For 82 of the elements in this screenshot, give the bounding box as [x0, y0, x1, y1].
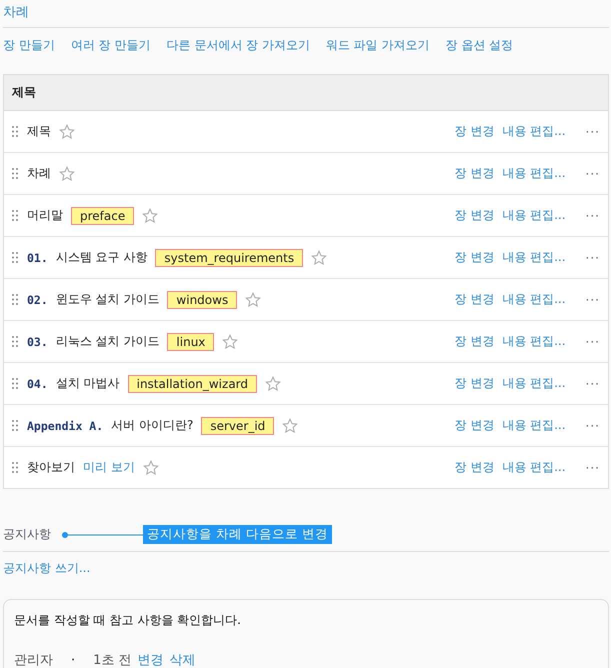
chapter-number: 04. [27, 376, 48, 390]
row-action-link[interactable]: 장 변경 [454, 417, 494, 434]
notice-title: 공지사항 [3, 526, 51, 543]
row-action-link[interactable]: 내용 편집... [502, 375, 566, 392]
star-icon[interactable] [311, 250, 328, 266]
star-icon[interactable] [222, 334, 238, 350]
row-action-link[interactable]: 내용 편집... [502, 333, 566, 350]
star-icon[interactable] [142, 208, 158, 224]
chapter-number: Appendix A. [27, 418, 104, 432]
row-action-link[interactable]: 내용 편집... [502, 459, 566, 476]
section-title[interactable]: 차례 [3, 0, 609, 28]
toolbar-link[interactable]: 장 만들기 [3, 37, 55, 54]
row-action-link[interactable]: 장 변경 [454, 291, 494, 308]
more-menu[interactable]: ··· [586, 124, 600, 138]
toolbar-link[interactable]: 워드 파일 가져오기 [326, 37, 430, 54]
chapter-number: 01. [27, 250, 48, 264]
row-action-link[interactable]: 내용 편집... [502, 165, 566, 182]
row-action-link[interactable]: 내용 편집... [502, 291, 566, 308]
more-menu[interactable]: ··· [586, 250, 600, 264]
chapter-tag: system_requirements [155, 248, 304, 266]
chapter-tag: installation_wizard [128, 374, 258, 392]
chapter-number: 02. [27, 292, 48, 306]
drag-handle-icon[interactable] [12, 210, 19, 221]
row-action-link[interactable]: 장 변경 [454, 249, 494, 266]
more-menu[interactable]: ··· [586, 208, 600, 222]
drag-handle-icon[interactable] [12, 420, 19, 431]
star-icon[interactable] [59, 124, 75, 140]
star-icon[interactable] [59, 166, 75, 182]
timestamp: 1초 전 [93, 652, 132, 668]
drag-handle-icon[interactable] [12, 294, 19, 305]
more-menu[interactable]: ··· [586, 334, 600, 348]
chapter-number: 03. [27, 334, 48, 348]
notice-action-link[interactable]: 변경 [138, 651, 164, 668]
author-name: 관리자 [14, 652, 53, 668]
row-action-link[interactable]: 장 변경 [454, 459, 494, 476]
chapter-tag: server_id [201, 416, 274, 434]
row-action-link[interactable]: 내용 편집... [502, 207, 566, 224]
drag-handle-icon[interactable] [12, 168, 19, 179]
chapter-title: 찾아보기 [27, 459, 75, 476]
drag-handle-icon[interactable] [12, 252, 19, 263]
star-icon[interactable] [282, 418, 298, 434]
row-action-link[interactable]: 장 변경 [454, 207, 494, 224]
column-header: 제목 [4, 75, 608, 111]
toolbar-link[interactable]: 다른 문서에서 장 가져오기 [166, 37, 310, 54]
notice-action-link[interactable]: 삭제 [170, 651, 196, 668]
star-icon[interactable] [265, 376, 282, 392]
more-menu[interactable]: ··· [586, 418, 600, 432]
chapter-title: 시스템 요구 사항 [56, 249, 148, 266]
row-action-link[interactable]: 내용 편집... [502, 249, 566, 266]
row-action-link[interactable]: 장 변경 [454, 333, 494, 350]
more-menu[interactable]: ··· [586, 460, 600, 474]
row-action-link[interactable]: 장 변경 [454, 375, 494, 392]
write-notice-link[interactable]: 공지사항 쓰기... [3, 552, 609, 599]
tooltip: 공지사항을 차례 다음으로 변경 [143, 525, 332, 544]
star-icon[interactable] [142, 460, 159, 476]
chapter-tag: linux [167, 332, 214, 350]
drag-handle-icon[interactable] [12, 126, 19, 137]
more-menu[interactable]: ··· [586, 292, 600, 306]
drag-handle-icon[interactable] [12, 462, 19, 473]
chapter-title: 서버 아이디란? [111, 417, 194, 434]
drag-handle-icon[interactable] [12, 378, 19, 389]
chapter-title: 리눅스 설치 가이드 [56, 333, 160, 350]
toolbar-link[interactable]: 여러 장 만들기 [70, 37, 150, 54]
drag-handle-icon[interactable] [12, 336, 19, 347]
chapter-title: 윈도우 설치 가이드 [56, 291, 160, 308]
row-action-link[interactable]: 내용 편집... [502, 417, 566, 434]
chapter-title: 차례 [27, 165, 51, 182]
chapter-tag: windows [167, 290, 238, 308]
more-menu[interactable]: ··· [586, 166, 600, 180]
notice-text: 문서를 작성할 때 참고 사항을 확인합니다. [14, 612, 242, 629]
chapter-title: 제목 [27, 123, 51, 140]
preview-link[interactable]: 미리 보기 [83, 459, 135, 476]
more-menu[interactable]: ··· [586, 376, 600, 390]
row-action-link[interactable]: 장 변경 [454, 123, 494, 140]
row-action-link[interactable]: 장 변경 [454, 165, 494, 182]
chapter-title: 머리말 [27, 207, 63, 224]
toolbar-link[interactable]: 장 옵션 설정 [446, 37, 514, 54]
star-icon[interactable] [245, 292, 262, 308]
separator-dot: · [71, 652, 76, 668]
row-action-link[interactable]: 내용 편집... [502, 123, 566, 140]
chapter-tag: preface [71, 206, 134, 224]
chapter-title: 설치 마법사 [56, 375, 120, 392]
